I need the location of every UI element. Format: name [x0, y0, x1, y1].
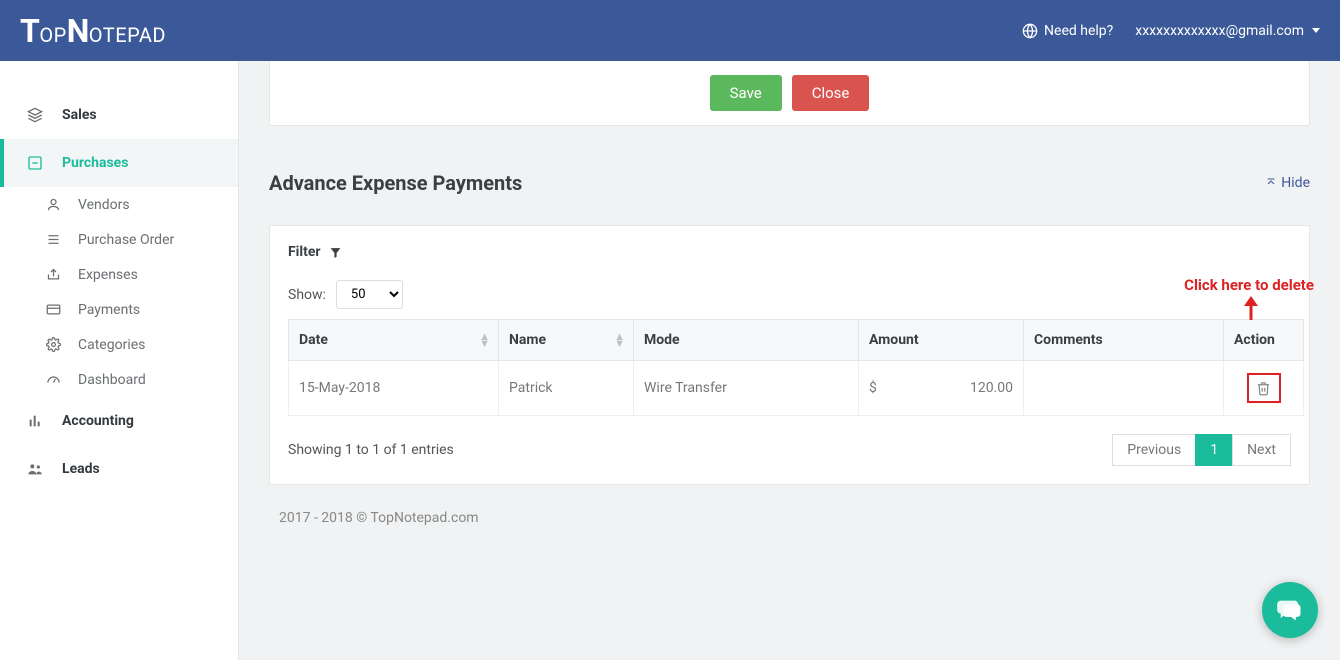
sidebar-sub-label: Expenses [78, 267, 138, 283]
pager-prev[interactable]: Previous [1112, 434, 1196, 466]
col-date[interactable]: Date ▲▼ [289, 320, 499, 361]
sidebar-item-label: Leads [62, 461, 100, 477]
filter-icon [329, 246, 342, 259]
col-comments[interactable]: Comments [1024, 320, 1224, 361]
footer-copyright: 2017 - 2018 © TopNotepad.com [269, 485, 1310, 536]
sidebar-item-purchases[interactable]: Purchases [0, 139, 238, 187]
col-action: Action [1224, 320, 1304, 361]
filter-label: Filter [288, 244, 321, 260]
layers-icon [26, 107, 44, 123]
entries-text: Showing 1 to 1 of 1 entries [288, 442, 454, 458]
sidebar-sub-vendors[interactable]: Vendors [0, 187, 238, 222]
sidebar-item-accounting[interactable]: Accounting [0, 397, 238, 445]
cell-action [1224, 361, 1304, 416]
hide-label: Hide [1281, 175, 1310, 191]
share-icon [44, 267, 62, 282]
users-icon [26, 461, 44, 477]
col-name[interactable]: Name ▲▼ [499, 320, 634, 361]
sidebar-sub-dashboard[interactable]: Dashboard [0, 362, 238, 397]
sidebar-item-label: Accounting [62, 413, 134, 429]
table-row: 15-May-2018 Patrick Wire Transfer $ 120.… [289, 361, 1304, 416]
show-label: Show: [288, 287, 326, 303]
section-title: Advance Expense Payments [269, 171, 522, 195]
sidebar-item-label: Sales [62, 107, 97, 123]
user-menu[interactable]: xxxxxxxxxxxxx@gmail.com [1135, 23, 1320, 39]
gear-icon [44, 337, 62, 352]
globe-icon [1022, 23, 1038, 39]
cell-amount: $ 120.00 [859, 361, 1024, 416]
need-help-label: Need help? [1044, 23, 1113, 39]
show-select[interactable]: 50 [336, 280, 403, 309]
top-header: TOPNOTEPAD Need help? xxxxxxxxxxxxx@gmai… [0, 0, 1340, 61]
credit-card-icon [44, 302, 62, 317]
col-mode[interactable]: Mode [634, 320, 859, 361]
filter-toggle[interactable]: Filter [288, 244, 1291, 260]
annotation-text: Click here to delete [1184, 276, 1314, 294]
sidebar-sub-payments[interactable]: Payments [0, 292, 238, 327]
sidebar-item-leads[interactable]: Leads [0, 445, 238, 493]
minus-square-icon [26, 155, 44, 171]
sidebar-sub-purchase-order[interactable]: Purchase Order [0, 222, 238, 257]
bar-chart-icon [26, 413, 44, 429]
sidebar-sub-label: Vendors [78, 197, 130, 213]
user-email: xxxxxxxxxxxxx@gmail.com [1135, 23, 1304, 39]
close-button[interactable]: Close [792, 75, 870, 111]
need-help-link[interactable]: Need help? [1022, 23, 1113, 39]
action-card: Save Close [269, 61, 1310, 126]
pager-page-1[interactable]: 1 [1195, 434, 1233, 466]
sort-icon: ▲▼ [479, 333, 490, 347]
chat-widget-button[interactable] [1262, 582, 1318, 638]
chevron-down-icon [1312, 28, 1320, 33]
user-icon [44, 197, 62, 212]
cell-comments [1024, 361, 1224, 416]
cell-date: 15-May-2018 [289, 361, 499, 416]
sidebar-sub-label: Purchase Order [78, 232, 174, 248]
sort-icon: ▲▼ [614, 333, 625, 347]
sidebar-sub-categories[interactable]: Categories [0, 327, 238, 362]
gauge-icon [44, 372, 62, 387]
brand-logo: TOPNOTEPAD [20, 12, 166, 50]
chat-icon [1276, 596, 1304, 624]
sidebar-sub-label: Categories [78, 337, 145, 353]
pager-next[interactable]: Next [1232, 434, 1291, 466]
sidebar-sub-label: Payments [78, 302, 140, 318]
sidebar-sub-expenses[interactable]: Expenses [0, 257, 238, 292]
list-icon [44, 232, 62, 247]
hide-link[interactable]: Hide [1265, 175, 1310, 191]
table-header-row: Date ▲▼ Name ▲▼ Mode Amount Comments Act… [289, 320, 1304, 361]
sidebar-item-sales[interactable]: Sales [0, 91, 238, 139]
main-content: Save Close Advance Expense Payments Hide… [239, 61, 1340, 660]
table-card: Filter Show: 50 Click here to delete [269, 225, 1310, 485]
section-header: Advance Expense Payments Hide [269, 171, 1310, 195]
delete-row-button[interactable] [1247, 373, 1281, 403]
sidebar: Sales Purchases Vendors Purchase Order E… [0, 61, 239, 660]
pagination: Previous 1 Next [1113, 434, 1291, 466]
cell-name: Patrick [499, 361, 634, 416]
trash-icon [1256, 381, 1271, 396]
col-amount[interactable]: Amount [859, 320, 1024, 361]
save-button[interactable]: Save [710, 75, 782, 111]
payments-table: Date ▲▼ Name ▲▼ Mode Amount Comments Act… [288, 319, 1304, 416]
sidebar-sub-label: Dashboard [78, 372, 146, 388]
sidebar-item-label: Purchases [62, 155, 128, 171]
collapse-icon [1265, 177, 1277, 189]
cell-mode: Wire Transfer [634, 361, 859, 416]
annotation-arrow-icon [1241, 296, 1261, 322]
